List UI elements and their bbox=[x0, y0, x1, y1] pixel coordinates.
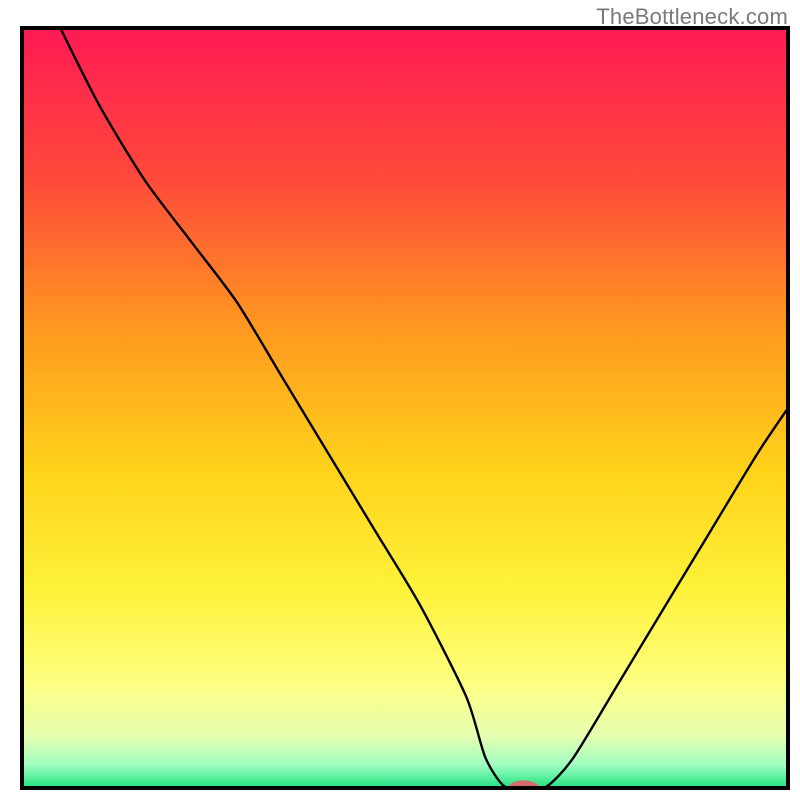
gradient-background bbox=[22, 28, 788, 788]
bottleneck-chart: TheBottleneck.com bbox=[0, 0, 800, 800]
chart-svg bbox=[0, 0, 800, 800]
